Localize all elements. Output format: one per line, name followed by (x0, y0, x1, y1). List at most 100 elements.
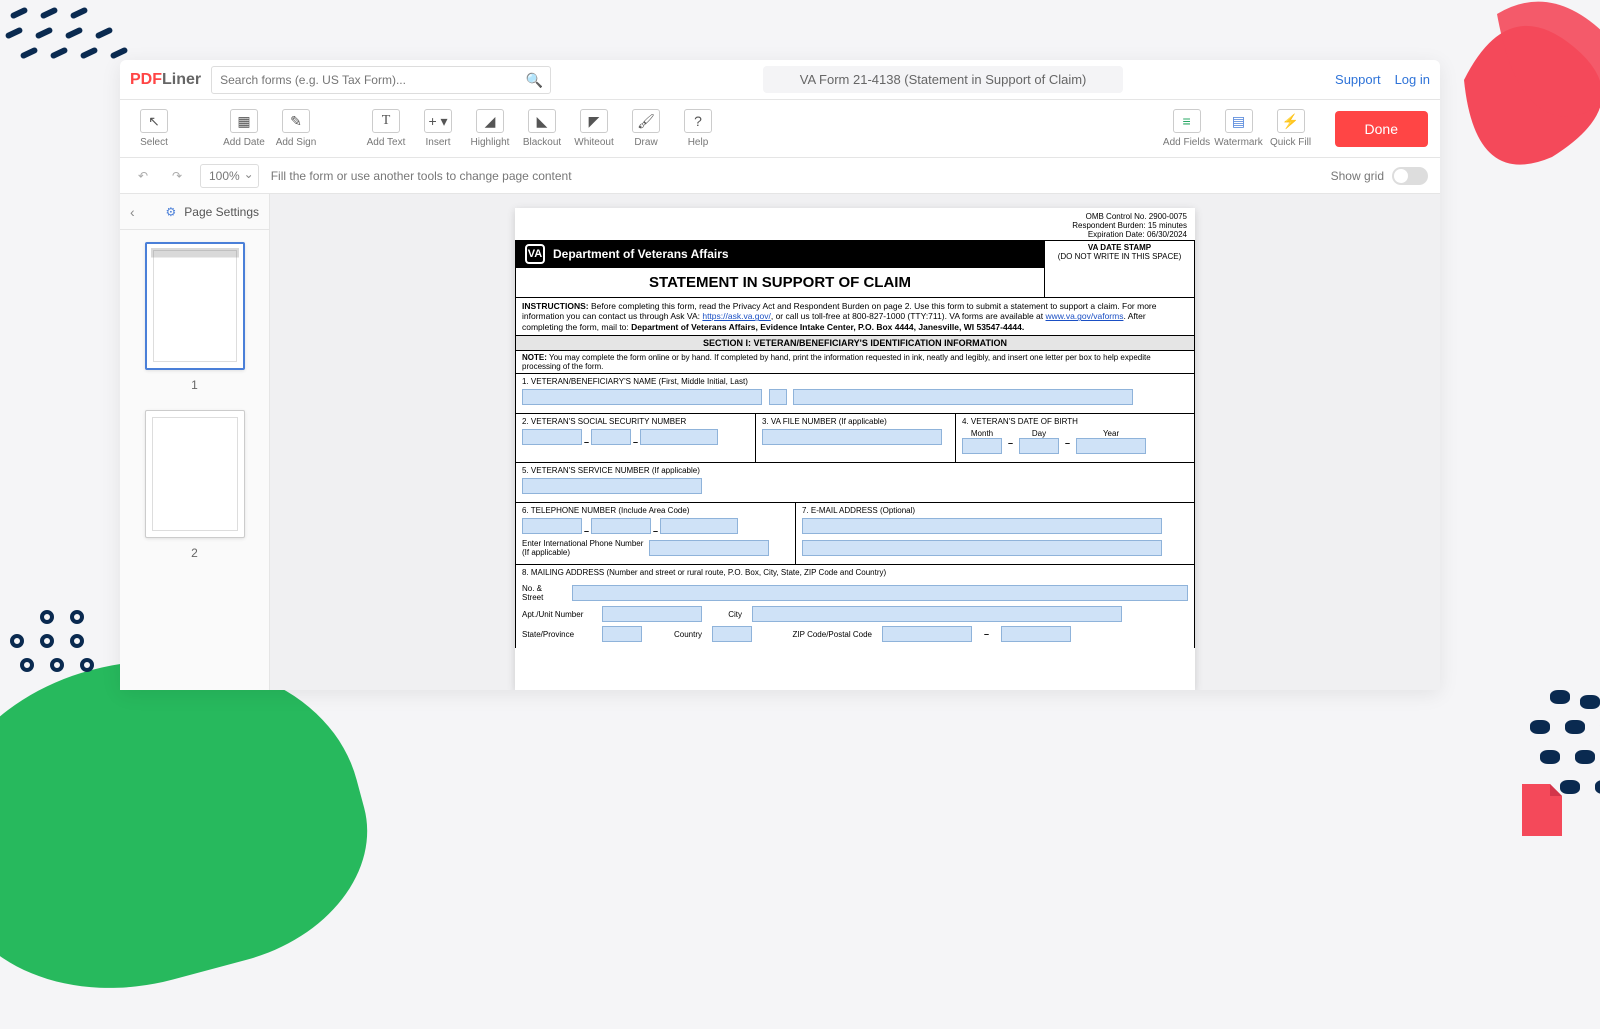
intl-phone[interactable] (649, 540, 769, 556)
addr-zip2[interactable] (1001, 626, 1071, 642)
dob-d[interactable] (1019, 438, 1059, 454)
toolbar: ↖Select ▦Add Date ✎Add Sign TAdd Text + … (120, 100, 1440, 158)
pdf-badge-icon (1510, 780, 1570, 840)
page-settings-label[interactable]: Page Settings (184, 205, 259, 219)
search-input[interactable] (211, 66, 551, 94)
decoration-top-left (0, 0, 140, 100)
document-title: VA Form 21-4138 (Statement in Support of… (763, 66, 1123, 93)
thumbnail-2-number: 2 (191, 546, 198, 560)
stamp-note: (DO NOT WRITE IN THIS SPACE) (1047, 252, 1192, 261)
add-text-button[interactable]: TAdd Text (364, 107, 408, 151)
addr-street[interactable] (572, 585, 1188, 601)
instr-link2[interactable]: www.va.gov/vaforms (1046, 311, 1124, 321)
field-mi[interactable] (769, 389, 787, 405)
field-2-label: 2. VETERAN'S SOCIAL SECURITY NUMBER (522, 417, 749, 426)
watermark-icon: ▤ (1225, 109, 1253, 133)
field-6b-label: Enter International Phone Number (522, 539, 643, 548)
insert-button[interactable]: + ▾Insert (416, 107, 460, 151)
field-6c-label: (If applicable) (522, 548, 643, 557)
ssn-3[interactable] (640, 429, 718, 445)
bolt-icon: ⚡ (1277, 109, 1305, 133)
stamp-title: VA DATE STAMP (1047, 243, 1192, 252)
decoration-bottom-left-dots (0, 610, 140, 710)
quick-fill-button[interactable]: ⚡Quick Fill (1269, 107, 1313, 151)
omb-block: OMB Control No. 2900-0075 Respondent Bur… (515, 208, 1195, 240)
undo-button[interactable]: ↶ (132, 165, 154, 187)
tel-1[interactable] (522, 518, 582, 534)
instr-link1[interactable]: https://ask.va.gov/ (702, 311, 771, 321)
done-button[interactable]: Done (1335, 111, 1428, 147)
whiteout-button[interactable]: ◤Whiteout (572, 107, 616, 151)
field-7-label: 7. E-MAIL ADDRESS (Optional) (802, 506, 1188, 515)
va-logo-icon: VA (525, 244, 545, 264)
logo[interactable]: PDFLiner (130, 71, 201, 89)
brush-icon: 🖌 (632, 109, 660, 133)
service-num[interactable] (522, 478, 702, 494)
thumbnail-2[interactable] (145, 410, 245, 538)
whiteout-icon: ◤ (580, 109, 608, 133)
blackout-button[interactable]: ◣Blackout (520, 107, 564, 151)
dob-m[interactable] (962, 438, 1002, 454)
addr-zip-label: ZIP Code/Postal Code (762, 630, 872, 639)
addr-country[interactable] (712, 626, 752, 642)
highlight-button[interactable]: ◢Highlight (468, 107, 512, 151)
dob-y-label: Year (1076, 429, 1146, 438)
addr-city[interactable] (752, 606, 1122, 622)
add-fields-button[interactable]: ≡Add Fields (1165, 107, 1209, 151)
draw-button[interactable]: 🖌Draw (624, 107, 668, 151)
search-icon[interactable]: 🔍 (526, 72, 543, 89)
addr-apt[interactable] (602, 606, 702, 622)
omb-burden: Respondent Burden: 15 minutes (523, 221, 1187, 230)
page-settings-icon: ⚙ (166, 205, 177, 219)
ssn-1[interactable] (522, 429, 582, 445)
thumbnail-list: 1 2 (120, 230, 269, 690)
blackout-icon: ◣ (528, 109, 556, 133)
addr-state-label: State/Province (522, 630, 592, 639)
plus-icon: + ▾ (424, 109, 452, 133)
dept-banner: VA Department of Veterans Affairs (515, 240, 1045, 268)
fields-icon: ≡ (1173, 109, 1201, 133)
support-link[interactable]: Support (1335, 72, 1381, 87)
text-icon: T (372, 109, 400, 133)
show-grid-control: Show grid (1331, 167, 1428, 185)
select-button[interactable]: ↖Select (132, 107, 176, 151)
dob-d-label: Day (1019, 429, 1059, 438)
login-link[interactable]: Log in (1395, 72, 1430, 87)
thumbnail-1[interactable] (145, 242, 245, 370)
instr-label: INSTRUCTIONS: (522, 301, 589, 311)
addr-zip1[interactable] (882, 626, 972, 642)
tel-3[interactable] (660, 518, 738, 534)
back-icon[interactable]: ‹ (130, 204, 135, 220)
form-title: STATEMENT IN SUPPORT OF CLAIM (515, 268, 1045, 298)
page-1[interactable]: OMB Control No. 2900-0075 Respondent Bur… (515, 208, 1195, 690)
ssn-2[interactable] (591, 429, 631, 445)
instructions: INSTRUCTIONS: Before completing this for… (515, 298, 1195, 337)
zoom-select[interactable]: 100% (200, 164, 259, 188)
app-frame: PDFLiner 🔍 VA Form 21-4138 (Statement in… (120, 60, 1440, 690)
field-last[interactable] (793, 389, 1133, 405)
redo-button[interactable]: ↷ (166, 165, 188, 187)
dob-y[interactable] (1076, 438, 1146, 454)
field-first[interactable] (522, 389, 762, 405)
watermark-button[interactable]: ▤Watermark (1217, 107, 1261, 151)
email-1[interactable] (802, 518, 1162, 534)
tel-2[interactable] (591, 518, 651, 534)
canvas[interactable]: OMB Control No. 2900-0075 Respondent Bur… (270, 194, 1440, 690)
addr-street-label: No. & Street (522, 584, 562, 602)
cursor-icon: ↖ (140, 109, 168, 133)
help-button[interactable]: ?Help (676, 107, 720, 151)
logo-pdf: PDF (130, 71, 162, 89)
field-6-label: 6. TELEPHONE NUMBER (Include Area Code) (522, 506, 789, 515)
calendar-icon: ▦ (230, 109, 258, 133)
va-file[interactable] (762, 429, 942, 445)
email-2[interactable] (802, 540, 1162, 556)
show-grid-label: Show grid (1331, 169, 1384, 183)
add-sign-button[interactable]: ✎Add Sign (274, 107, 318, 151)
main-area: ‹ ⚙ Page Settings 1 2 OMB Control No. 29… (120, 194, 1440, 690)
show-grid-toggle[interactable] (1392, 167, 1428, 185)
note-text: You may complete the form online or by h… (522, 353, 1151, 371)
addr-state[interactable] (602, 626, 642, 642)
add-date-button[interactable]: ▦Add Date (222, 107, 266, 151)
search-wrap: 🔍 (211, 66, 551, 94)
instr-t2: , or call us toll-free at 800-827-1000 (… (771, 311, 1046, 321)
